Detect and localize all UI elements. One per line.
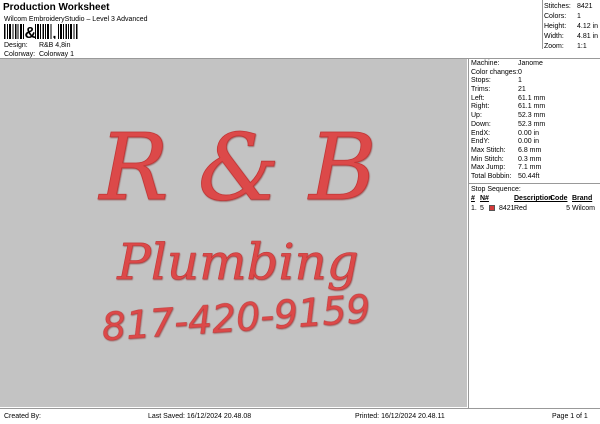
detail-max-jump: Max Jump: 7.1 mm <box>471 164 542 172</box>
last-saved: Last Saved: 16/12/2024 20.48.08 <box>148 413 252 420</box>
detail-trims: Trims: 21 <box>471 86 526 94</box>
design-line: Design: R&B 4,8in <box>4 42 70 49</box>
colorway-line: Colorway: Colorway 1 <box>4 51 74 58</box>
worksheet-footer: Created By: Last Saved: 16/12/2024 20.48… <box>0 410 600 424</box>
design-value: R&B 4,8in <box>38 42 71 49</box>
detail-total-bobbin: Total Bobbin: 50.44ft <box>471 172 540 180</box>
design-preview: R & B Plumbing 817-420-9159 <box>0 59 467 407</box>
col-code: Code <box>550 195 568 202</box>
row-description: Red <box>514 205 527 212</box>
detail-right: Right: 61.1 mm <box>471 103 546 111</box>
detail-endx: EndX: 0.00 in <box>471 129 540 137</box>
stats-panel: Stitches: 8421 Colors: 1 Height: 4.12 in… <box>544 2 600 52</box>
col-needle: N# <box>480 195 489 202</box>
page-number: Page 1 of 1 <box>552 413 588 420</box>
stop-sequence-header: # N# Description Code Brand <box>471 195 599 204</box>
design-text-line1: R & B <box>97 114 376 221</box>
footer-rule <box>0 408 600 409</box>
detail-endy: EndY: 0.00 in <box>471 138 540 146</box>
design-label: Design: <box>4 42 28 49</box>
colorway-value: Colorway 1 <box>38 51 74 58</box>
row-number: 1. <box>471 205 477 212</box>
detail-max-stitch: Max Stitch: 6.8 mm <box>471 146 542 154</box>
col-number: # <box>471 195 475 202</box>
detail-left: Left: 61.1 mm <box>471 94 546 102</box>
stat-zoom: Zoom: 1:1 <box>544 43 587 50</box>
detail-color-changes: Color changes: 0 <box>471 68 522 76</box>
worksheet-title: Production Worksheet <box>3 2 110 13</box>
row-code: 5 <box>566 205 570 212</box>
created-by: Created By: <box>4 413 41 420</box>
table-row: 1. 5 8421 Red 5 Wilcom <box>471 204 599 213</box>
col-description: Description <box>514 195 553 202</box>
stat-width: Width: 4.81 in <box>544 33 599 40</box>
software-name: Wilcom EmbroideryStudio – Level 3 Advanc… <box>4 16 148 23</box>
stat-stitches: Stitches: 8421 <box>544 3 593 10</box>
detail-down: Down: 52.3 mm <box>471 120 546 128</box>
stat-colors: Colors: 1 <box>544 13 581 20</box>
colorway-label: Colorway: <box>4 51 36 58</box>
header-divider <box>542 0 543 49</box>
worksheet-header: Production Worksheet Wilcom EmbroiderySt… <box>0 0 600 58</box>
detail-up: Up: 52.3 mm <box>471 112 546 120</box>
row-brand: Wilcom <box>572 205 595 212</box>
design-barcode: & , <box>4 24 84 39</box>
svg-text:&: & <box>25 25 37 39</box>
thread-color-swatch <box>488 205 495 212</box>
col-brand: Brand <box>572 195 593 202</box>
design-text-line3: 817-420-9159 <box>100 287 372 350</box>
stop-sequence-title: Stop Sequence: <box>471 186 521 193</box>
design-text-line2: Plumbing <box>116 233 358 291</box>
stat-height: Height: 4.12 in <box>544 23 599 30</box>
row-stitches: 8421 <box>499 205 515 212</box>
details-divider <box>468 183 600 184</box>
detail-stops: Stops: 1 <box>471 77 522 85</box>
row-needle: 5 <box>480 205 499 212</box>
detail-machine: Machine: Janome <box>471 60 543 67</box>
machine-details: Machine: Janome Color changes: 0 Stops: 1 T… <box>471 60 599 182</box>
canvas-divider <box>468 58 469 408</box>
detail-min-stitch: Min Stitch: 0.3 mm <box>471 155 542 163</box>
svg-text:,: , <box>53 25 57 39</box>
printed-date: Printed: 16/12/2024 20.48.11 <box>355 413 445 420</box>
